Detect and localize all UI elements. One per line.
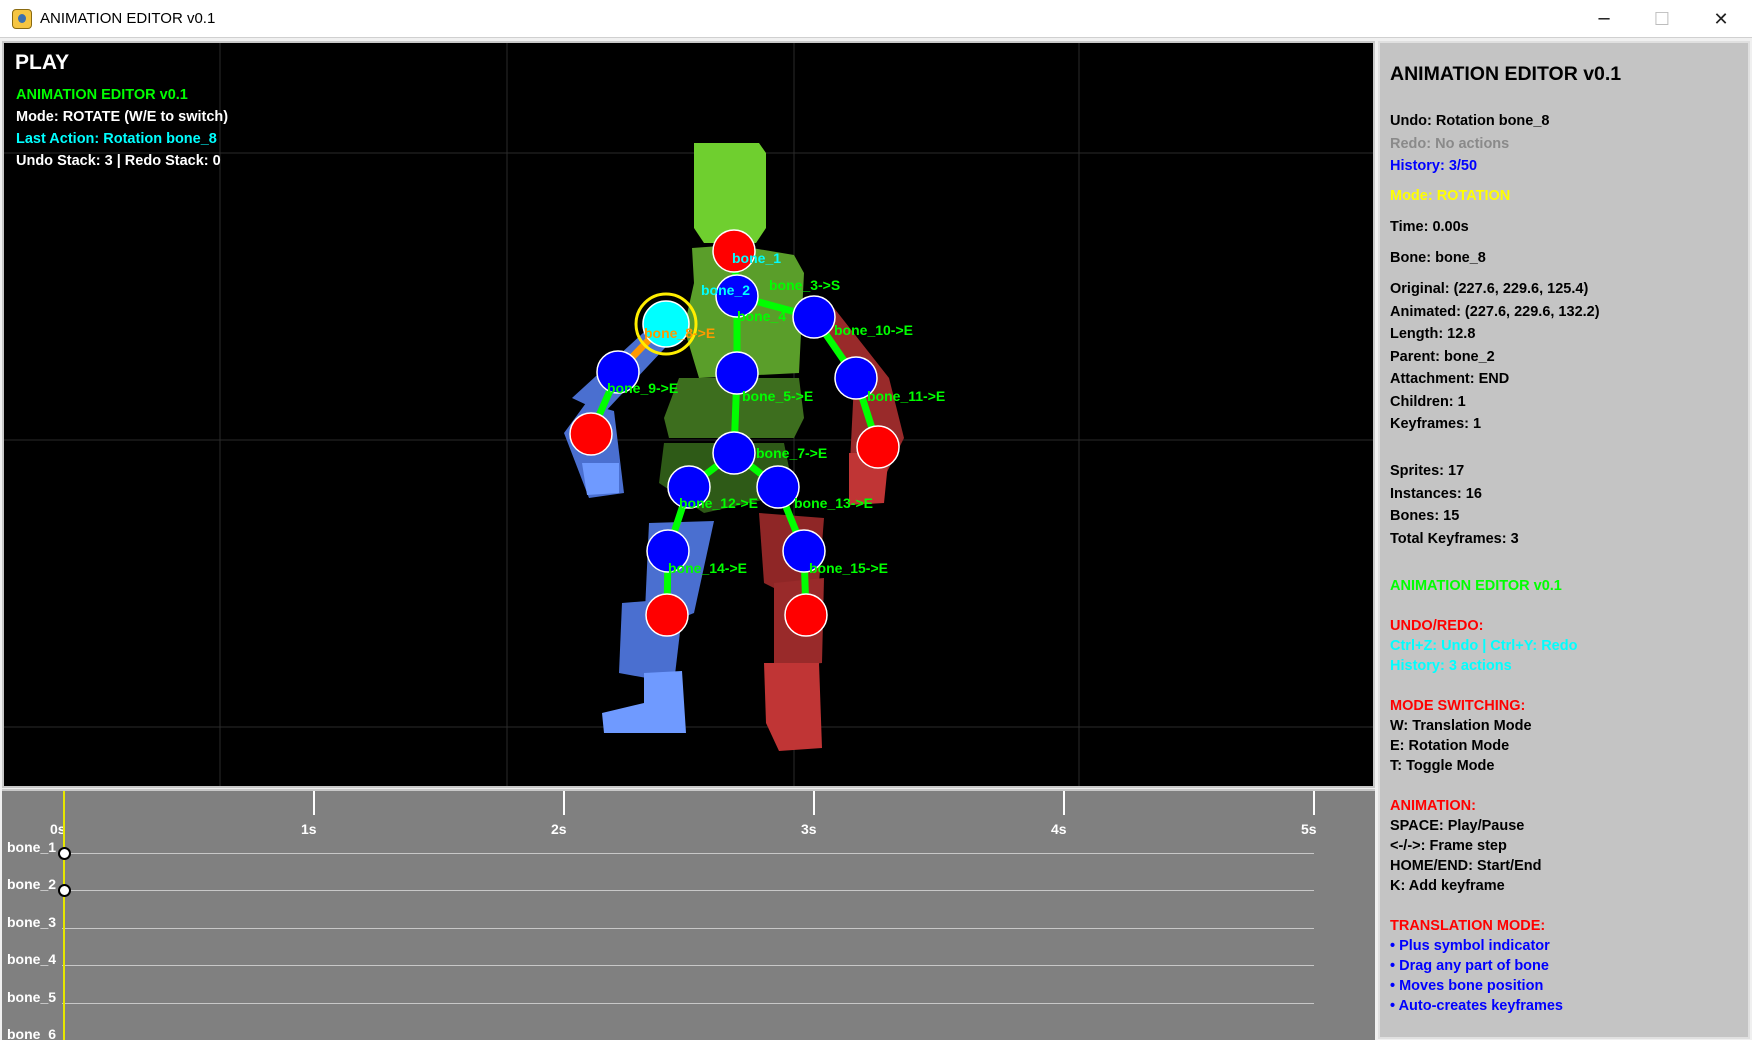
mode-w-help: W: Translation Mode [1390,718,1532,734]
tick-4s [1063,791,1065,815]
left-foot-sprite [602,671,686,733]
anim-arrows-help: <-/->: Frame step [1390,838,1507,854]
track-label-bone-2: bone_2 [7,876,57,892]
mode-info: Mode: ROTATION [1390,188,1511,204]
bone-label-14: bone_14->E [668,560,747,576]
mode-t-help: T: Toggle Mode [1390,758,1495,774]
keyframe-bone-1-0s[interactable] [58,847,71,860]
track-label-bone-6: bone_6 [7,1026,57,1040]
bones-info: Bones: 15 [1390,508,1460,524]
joint-right-hand-end [856,425,900,469]
left-hand-sprite [582,463,619,495]
bone-label-15: bone_15->E [809,560,888,576]
translation-help-4: • Auto-creates keyframes [1390,998,1563,1014]
undo-redo-history: History: 3 actions [1390,658,1512,674]
head-sprite [694,143,766,243]
tick-1s [313,791,315,815]
bone-label-5: bone_5->E [742,388,813,404]
history-info: History: 3/50 [1390,158,1478,174]
track-label-bone-3: bone_3 [7,914,57,930]
bone-label-13: bone_13->E [794,495,873,511]
instances-info: Instances: 16 [1390,486,1482,502]
overlay-title: ANIMATION EDITOR v0.1 [16,87,188,103]
track-label-bone-5: bone_5 [7,989,57,1005]
timeline[interactable]: 0s 1s 2s 3s 4s 5s bone_1 bone_2 bone_3 b… [2,789,1375,1040]
bone-label-1: bone_1 [732,250,781,266]
translation-help-1: • Plus symbol indicator [1390,938,1550,954]
bone-label-12: bone_12->E [679,495,758,511]
length-info: Length: 12.8 [1390,326,1476,342]
bone-info: Bone: bone_8 [1390,250,1486,266]
time-label-5s: 5s [1301,821,1317,837]
mode-e-help: E: Rotation Mode [1390,738,1510,754]
joint-right-shoulder [792,295,836,339]
children-info: Children: 1 [1390,394,1466,410]
app-icon [12,9,32,29]
sprites-info: Sprites: 17 [1390,463,1465,479]
bone-label-2: bone_2 [701,282,750,298]
tick-2s [563,791,565,815]
right-foot-sprite [764,663,822,751]
joint-pelvis [712,431,756,475]
undo-redo-header: UNDO/REDO: [1390,618,1484,634]
bone-label-7: bone_7->E [756,445,827,461]
joint-left-foot-end [645,593,689,637]
track-label-bone-1: bone_1 [7,839,57,855]
overlay-last-action: Last Action: Rotation bone_8 [16,131,217,147]
attachment-info: Attachment: END [1390,371,1510,387]
overlay-stacks: Undo Stack: 3 | Redo Stack: 0 [16,153,221,169]
track-line-bone-3[interactable] [62,928,1314,929]
tick-5s [1313,791,1315,815]
mode-switching-header: MODE SWITCHING: [1390,698,1526,714]
redo-info: Redo: No actions [1390,136,1510,152]
bone-label-11: bone_11->E [867,388,945,404]
time-info: Time: 0.00s [1390,219,1469,235]
anim-k-help: K: Add keyframe [1390,878,1505,894]
animation-header: ANIMATION: [1390,798,1476,814]
translation-header: TRANSLATION MODE: [1390,918,1546,934]
bone-label-3: bone_3->S [769,277,840,293]
joint-right-foot-end [784,593,828,637]
track-line-bone-5[interactable] [62,1003,1314,1004]
translation-help-3: • Moves bone position [1390,978,1544,994]
panel-title: ANIMATION EDITOR v0.1 [1390,63,1622,85]
bone-label-9: bone_9->E [607,380,678,396]
track-line-bone-1[interactable] [62,853,1314,854]
anim-space-help: SPACE: Play/Pause [1390,818,1525,834]
info-panel: ANIMATION EDITOR v0.1 Undo: Rotation bon… [1378,41,1750,1039]
undo-info: Undo: Rotation bone_8 [1390,113,1550,129]
minimize-icon[interactable]: ─ [1575,0,1633,38]
track-line-bone-4[interactable] [62,965,1314,966]
bone-label-10: bone_10->E [834,322,913,338]
total-keyframes-info: Total Keyframes: 3 [1390,531,1519,547]
joint-right-hip [756,465,800,509]
keyframes-info: Keyframes: 1 [1390,416,1482,432]
footer-title: ANIMATION EDITOR v0.1 [1390,578,1562,594]
animated-info: Animated: (227.6, 229.6, 132.2) [1390,304,1600,320]
keyframe-bone-2-0s[interactable] [58,884,71,897]
joint-left-hand-end [569,412,613,456]
time-label-3s: 3s [801,821,817,837]
overlay-mode: Mode: ROTATE (W/E to switch) [16,109,229,125]
track-line-bone-2[interactable] [62,890,1314,891]
window-title: ANIMATION EDITOR v0.1 [40,10,216,27]
play-status-label: PLAY [15,51,70,74]
anim-home-help: HOME/END: Start/End [1390,858,1542,874]
track-label-bone-4: bone_4 [7,951,57,967]
time-label-4s: 4s [1051,821,1067,837]
window-titlebar: ANIMATION EDITOR v0.1 ─ ☐ ✕ [0,0,1752,38]
time-label-1s: 1s [301,821,317,837]
maximize-icon[interactable]: ☐ [1633,0,1691,38]
close-icon[interactable]: ✕ [1692,0,1750,38]
undo-redo-keys: Ctrl+Z: Undo | Ctrl+Y: Redo [1390,638,1578,654]
time-label-2s: 2s [551,821,567,837]
bone-label-4: bone_4 [737,308,786,324]
parent-info: Parent: bone_2 [1390,349,1495,365]
playhead[interactable] [63,791,65,1040]
original-info: Original: (227.6, 229.6, 125.4) [1390,281,1589,297]
bone-label-8: bone_8->E [644,325,715,341]
translation-help-2: • Drag any part of bone [1390,958,1549,974]
tick-3s [813,791,815,815]
animation-viewport[interactable]: bone_1 bone_2 bone_3->S bone_4 bone_8->E… [2,41,1375,788]
